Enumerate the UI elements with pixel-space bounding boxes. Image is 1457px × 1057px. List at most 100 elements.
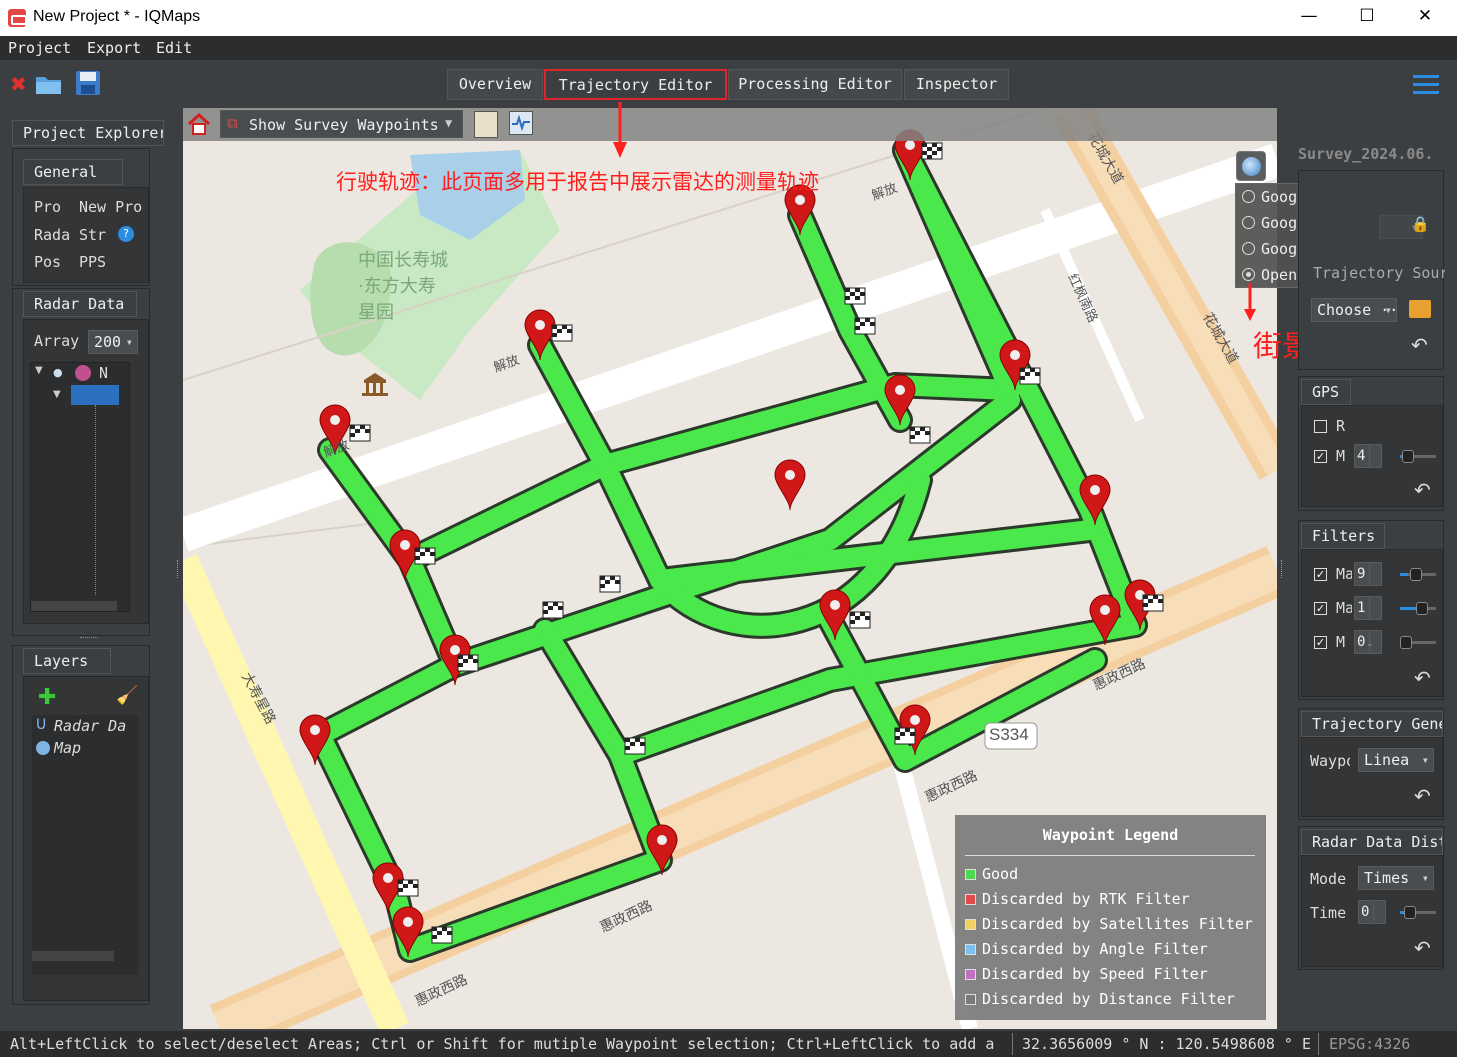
filter-label-2: Ma [1336,599,1352,617]
menu-export[interactable]: Export [87,39,141,57]
ms-spinner[interactable]: 4 [1354,444,1382,468]
trajectory-generation-panel: Trajectory Gene Waypo Linea ↶ [1298,708,1444,820]
tree-selected-row[interactable] [71,385,119,405]
tab-inspector[interactable]: Inspector [904,69,1009,100]
radar-data-distribution-header[interactable]: Radar Data Dist [1301,829,1443,855]
left-splitter-handle[interactable] [177,560,181,578]
ms-slider[interactable] [1400,450,1436,463]
tree-expand-icon-2[interactable]: ▼ [53,389,61,400]
time-slider[interactable] [1400,906,1436,919]
close-project-icon[interactable]: ✖ [10,72,27,96]
legend-item-distance: Discarded by Distance Filter [965,990,1235,1008]
tab-trajectory-editor[interactable]: Trajectory Editor [544,69,727,100]
filter-checkbox-1[interactable]: ✓ [1314,568,1327,581]
radar-data-distribution-box: Mode Times Time 0 ↶ [1301,855,1443,967]
filter-slider-2[interactable] [1400,602,1436,615]
filter-checkbox-3[interactable]: ✓ [1314,636,1327,649]
layer-item-map[interactable]: Map [54,739,138,757]
close-window-button[interactable]: ✕ [1410,6,1440,30]
filter-spinner-3[interactable]: 0. [1354,630,1382,654]
title-bar: New Project * - IQMaps — ☐ ✕ [0,0,1457,36]
minimize-button[interactable]: — [1294,6,1324,30]
hamburger-menu-icon[interactable] [1412,72,1440,98]
window-title: New Project * - IQMaps [33,8,201,25]
mode-select[interactable]: Times [1358,866,1434,890]
gps-panel: GPS R ✓ M 4 ↶ [1298,376,1444,511]
legend-item-satellites: Discarded by Satellites Filter [965,915,1253,933]
general-value-radar: Str [79,226,107,244]
array-label: Array [34,332,80,350]
home-icon[interactable] [187,112,211,136]
undo-icon[interactable]: ↶ [1414,666,1434,690]
layers-header[interactable]: Layers [23,648,111,674]
radar-tree: ▼ ● N ▼ [30,362,130,612]
tree-guide-line [95,405,96,595]
visibility-icon[interactable]: ● [53,366,63,379]
maximize-button[interactable]: ☐ [1352,6,1382,30]
tab-overview[interactable]: Overview [447,69,543,100]
time-spinner[interactable]: 0 [1358,900,1386,924]
general-header[interactable]: General [23,159,123,185]
legend-swatch [965,869,976,880]
general-panel: General Pro New Pro Rada Str ? Pos PPS [12,148,150,286]
undo-icon[interactable]: ↶ [1414,784,1434,808]
general-value-pos: PPS [79,253,107,271]
ms-checkbox[interactable]: ✓ [1314,450,1327,463]
layer-item-radar[interactable]: Radar Da [54,717,138,735]
save-icon[interactable] [75,70,101,96]
right-splitter-handle[interactable] [1281,560,1285,578]
radar-layer-icon: Ս [36,717,47,733]
waypoint-legend: Waypoint Legend Good Discarded by RTK Fi… [955,815,1266,1020]
legend-swatch [965,894,976,905]
menu-edit[interactable]: Edit [156,39,192,57]
legend-item-good: Good [965,865,1018,883]
layers-h-scrollbar[interactable] [32,951,114,961]
splitter-handle[interactable] [80,637,98,641]
signal-chart-icon[interactable] [509,111,533,135]
rtk-checkbox[interactable] [1314,420,1327,433]
undo-icon[interactable]: ↶ [1414,478,1434,502]
radar-data-header[interactable]: Radar Data [23,291,137,317]
project-explorer-header[interactable]: Project Explorer [12,120,164,146]
tree-root-label[interactable]: N [99,364,123,382]
general-value-project: New Pro [79,198,143,216]
trajectory-generation-header[interactable]: Trajectory Gene [1301,711,1443,737]
route-shield-s334: S334 [989,725,1029,744]
show-waypoints-select[interactable]: ⧉ Show Survey Waypoints ▼ [220,110,463,138]
folder-icon[interactable] [1409,300,1431,318]
choose-button[interactable]: Choose ··· [1311,298,1397,322]
filters-header[interactable]: Filters [1301,523,1385,549]
layers-box: ✚ 🧹 Ս Radar Da Map [23,676,149,1001]
globe-icon [1242,157,1261,176]
legend-title: Waypoint Legend [1042,826,1179,844]
annotation-arrow-down-icon [610,102,630,158]
filter-spinner-2[interactable]: 1 [1354,596,1382,620]
filter-spinner-1[interactable]: 9 [1354,562,1382,586]
clipboard-icon[interactable] [474,111,498,138]
base-map-button[interactable] [1236,151,1266,181]
clear-layer-icon[interactable]: 🧹 [116,685,138,706]
open-folder-icon[interactable] [35,72,63,94]
info-icon[interactable]: ? [118,226,134,242]
lock-icon[interactable]: 🔒 [1411,215,1430,233]
undo-icon[interactable]: ↶ [1411,333,1431,357]
array-select[interactable]: 200 [88,330,138,354]
undo-icon[interactable]: ↶ [1414,936,1434,960]
filter-checkbox-2[interactable]: ✓ [1314,602,1327,615]
filter-slider-1[interactable] [1400,568,1436,581]
filter-slider-3[interactable] [1400,636,1436,649]
trajectory-generation-box: Waypo Linea ↶ [1301,737,1443,817]
tab-processing-editor[interactable]: Processing Editor [728,69,902,100]
tree-expand-icon[interactable]: ▼ [35,365,43,376]
status-divider [1012,1033,1013,1055]
menu-project[interactable]: Project [8,39,71,57]
tree-h-scrollbar[interactable] [31,601,117,611]
status-divider-2 [1318,1033,1319,1055]
legend-swatch [965,969,976,980]
add-layer-icon[interactable]: ✚ [38,685,56,710]
general-box: Pro New Pro Rada Str ? Pos PPS [23,187,149,283]
gps-header[interactable]: GPS [1301,379,1351,405]
app-logo-icon [8,9,27,27]
radar-data-box: Array 200 ▼ ● N ▼ [23,319,149,624]
waypoint-mode-select[interactable]: Linea [1358,748,1434,772]
